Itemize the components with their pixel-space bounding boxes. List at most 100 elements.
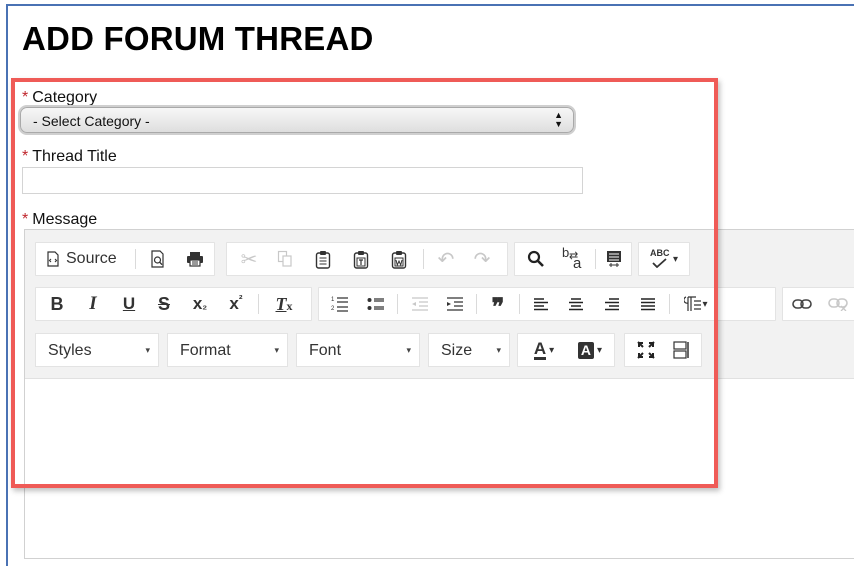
chevron-down-icon: ▾ [496, 345, 501, 355]
format-combo[interactable]: Format ▾ [167, 333, 288, 367]
size-combo-label: Size [441, 342, 473, 359]
maximize-icon [637, 341, 655, 359]
required-marker: * [22, 148, 29, 165]
paste-button[interactable] [305, 243, 341, 275]
replace-button[interactable]: b a ⇄ [555, 243, 591, 275]
copy-button[interactable] [267, 243, 303, 275]
redo-icon: ↷ [473, 248, 491, 271]
bidi-button[interactable]: ▾ [675, 288, 717, 320]
link-icon [792, 298, 812, 310]
justify-button[interactable] [631, 288, 665, 320]
bulleted-list-button[interactable] [359, 288, 393, 320]
chevron-down-icon: ▾ [702, 298, 708, 310]
underline-icon: U [122, 294, 136, 313]
subscript-glyph: x [192, 294, 203, 313]
message-label: * Message [22, 211, 97, 229]
message-editor[interactable]: Source ✂ ↶ ↷ b a ⇄ ABC ▾ B I U S x₂ x² T… [24, 229, 854, 559]
source-label: Source [66, 250, 117, 267]
quote-icon: ❞ [491, 293, 505, 321]
superscript-icon: x² [229, 294, 242, 314]
svg-text:1: 1 [331, 297, 335, 303]
toolbar-separator [476, 294, 477, 314]
replace-icon: b a ⇄ [561, 245, 585, 272]
chevron-down-icon: ▾ [145, 345, 150, 355]
styles-combo-label: Styles [48, 342, 92, 359]
align-left-icon [533, 297, 549, 311]
blockquote-button[interactable]: ❞ [481, 288, 515, 321]
svg-text:2: 2 [331, 306, 335, 312]
undo-button[interactable]: ↶ [429, 243, 463, 275]
align-right-icon [604, 297, 620, 311]
preview-button[interactable] [142, 243, 174, 275]
toolbar-group-basicstyles: B I U S x₂ x² Tx [35, 287, 312, 321]
align-center-button[interactable] [559, 288, 593, 320]
required-marker: * [22, 89, 29, 106]
maximize-button[interactable] [629, 334, 663, 366]
indent-icon [446, 296, 464, 312]
toolbar-separator [595, 249, 596, 269]
underline-button[interactable]: U [112, 288, 146, 320]
italic-icon: I [89, 293, 97, 314]
bg-color-button[interactable]: A ▾ [568, 334, 612, 366]
search-icon [527, 250, 545, 268]
editor-toolbar: Source ✂ ↶ ↷ b a ⇄ ABC ▾ B I U S x₂ x² T… [25, 230, 854, 379]
numbered-list-icon: 12 [331, 295, 349, 313]
toolbar-group-tools [624, 333, 702, 367]
toolbar-group-clipboard: ✂ ↶ ↷ [226, 242, 508, 276]
chevron-down-icon: ▾ [597, 344, 603, 356]
superscript-button[interactable]: x² [219, 288, 253, 320]
font-combo[interactable]: Font ▾ [296, 333, 420, 367]
unlink-button[interactable] [821, 288, 854, 320]
paste-icon [315, 250, 331, 269]
remove-format-mark: x [286, 298, 293, 313]
paste-word-button[interactable] [381, 243, 417, 275]
category-select[interactable]: - Select Category - ▲ ▼ [20, 107, 574, 133]
toolbar-separator [519, 294, 520, 314]
undo-icon: ↶ [437, 248, 455, 271]
redo-button[interactable]: ↷ [465, 243, 499, 275]
chevron-down-icon: ▾ [274, 345, 279, 355]
subscript-button[interactable]: x₂ [183, 288, 217, 320]
category-select-value: - Select Category - [33, 113, 150, 129]
required-marker: * [22, 211, 29, 228]
select-all-button[interactable] [599, 243, 629, 275]
chevron-down-icon: ▾ [406, 345, 411, 355]
bold-button[interactable]: B [40, 288, 74, 320]
show-blocks-button[interactable] [665, 334, 699, 366]
editor-content-area[interactable] [25, 379, 854, 558]
preview-icon [150, 250, 166, 268]
replace-arrow-icon: ⇄ [569, 250, 579, 262]
find-button[interactable] [519, 243, 553, 275]
cut-icon: ✂ [240, 248, 258, 271]
cut-button[interactable]: ✂ [231, 243, 267, 275]
size-combo[interactable]: Size ▾ [428, 333, 510, 367]
italic-button[interactable]: I [76, 288, 110, 320]
print-icon [186, 251, 204, 267]
toolbar-group-editing: b a ⇄ [514, 242, 632, 276]
outdent-button[interactable] [403, 288, 437, 320]
subscript-icon: x₂ [193, 294, 207, 314]
justify-icon [640, 297, 656, 311]
paste-text-button[interactable] [343, 243, 379, 275]
align-right-button[interactable] [595, 288, 629, 320]
chevron-down-icon: ▾ [549, 344, 555, 356]
thread-title-input[interactable] [22, 167, 583, 194]
styles-combo[interactable]: Styles ▾ [35, 333, 159, 367]
print-button[interactable] [179, 243, 211, 275]
toolbar-separator [135, 249, 136, 269]
font-combo-label: Font [309, 342, 342, 359]
remove-format-button[interactable]: Tx [264, 288, 304, 320]
link-button[interactable] [785, 288, 819, 320]
bulleted-list-icon [367, 296, 385, 312]
unlink-icon [828, 297, 848, 311]
paste-word-icon [391, 250, 407, 269]
bg-color-icon: A [577, 341, 595, 359]
strike-button[interactable]: S [147, 288, 181, 320]
spellcheck-button[interactable]: ABC ▾ [641, 243, 687, 275]
source-button[interactable]: Source [40, 243, 136, 275]
text-color-button[interactable]: A ▾ [522, 334, 566, 366]
toolbar-separator [258, 294, 259, 314]
indent-button[interactable] [438, 288, 472, 320]
numbered-list-button[interactable]: 12 [323, 288, 357, 320]
align-left-button[interactable] [524, 288, 558, 320]
